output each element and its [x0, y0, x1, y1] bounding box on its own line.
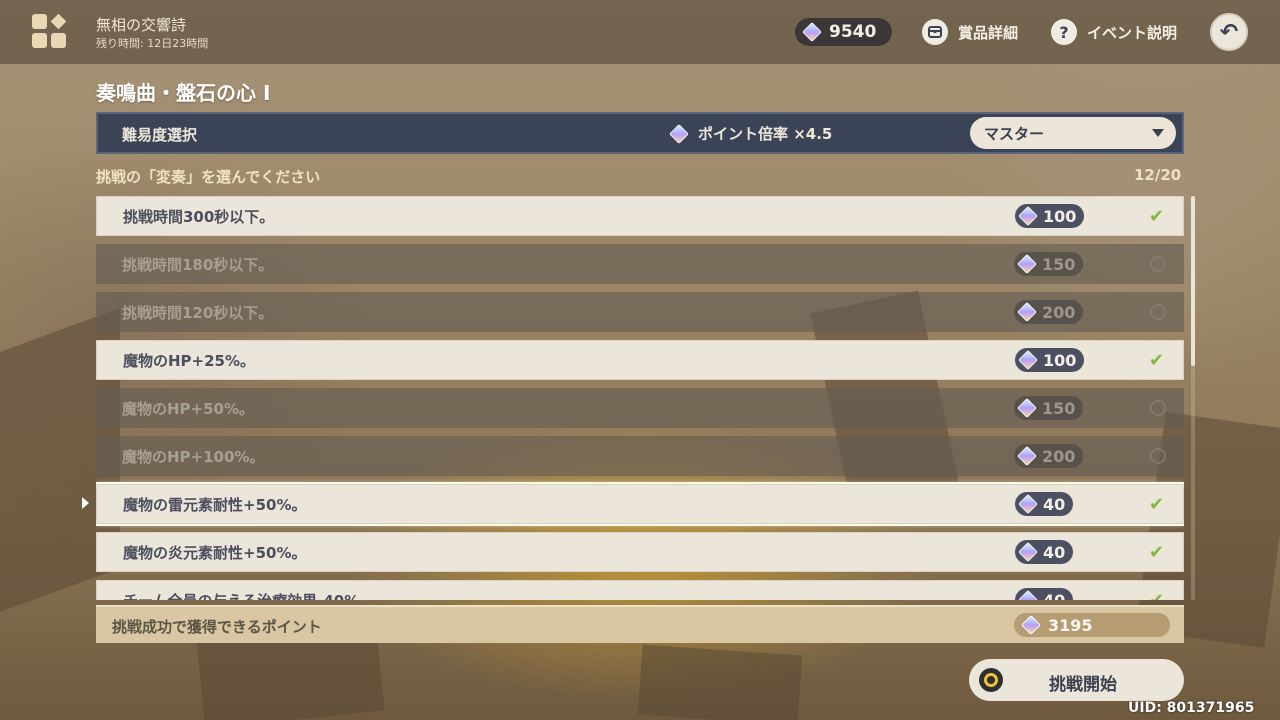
variation-text: 魔物のHP+50%。: [122, 399, 255, 418]
unselected-circle-icon: [1150, 448, 1166, 464]
event-menu-icon[interactable]: [32, 14, 68, 50]
variation-prompt: 挑戦の「変奏」を選んでください: [96, 168, 321, 186]
page-title: 奏鳴曲・盤石の心 I: [96, 81, 271, 105]
points-badge: 100: [1015, 204, 1085, 228]
variation-row[interactable]: 魔物のHP+100%。 200: [96, 436, 1184, 476]
variation-text: チーム全員の与える治療効果-40%。: [123, 590, 374, 601]
gem-icon: [669, 123, 689, 144]
variation-text: 魔物の炎元素耐性+50%。: [123, 543, 307, 562]
variation-row[interactable]: 魔物のHP+25%。 100 ✔: [96, 340, 1184, 380]
variation-row[interactable]: 挑戦時間180秒以下。 150: [96, 244, 1184, 284]
points-value: 200: [1042, 302, 1076, 322]
difficulty-label: 難易度選択: [122, 126, 198, 144]
gem-icon: [1018, 494, 1038, 514]
controller-button-icon: [979, 668, 1003, 692]
scrollbar-thumb[interactable]: [1191, 196, 1195, 366]
background-rock: [637, 644, 803, 720]
total-points-value: 3195: [1048, 615, 1093, 635]
time-remaining: 残り時間: 12日23時間: [96, 37, 209, 50]
back-arrow-icon: ↶: [1219, 19, 1239, 45]
caret-down-icon: [1152, 129, 1164, 137]
event-info-label: イベント説明: [1087, 23, 1178, 42]
points-value: 200: [1042, 446, 1076, 466]
variation-row[interactable]: チーム全員の与える治療効果-40%。 40 ✔: [96, 580, 1184, 600]
points-badge: 200: [1014, 444, 1084, 468]
gem-icon: [1018, 590, 1038, 600]
unselected-circle-icon: [1150, 256, 1166, 272]
list-scrollbar[interactable]: [1191, 196, 1195, 600]
variation-row[interactable]: 魔物の炎元素耐性+50%。 40 ✔: [96, 532, 1184, 572]
question-icon: ?: [1051, 19, 1077, 45]
checkmark-icon: ✔: [1149, 589, 1165, 601]
points-value: 40: [1043, 542, 1066, 562]
points-badge: 40: [1015, 492, 1074, 516]
variation-text: 挑戦時間180秒以下。: [122, 255, 274, 274]
variation-row[interactable]: 挑戦時間300秒以下。 100 ✔: [96, 196, 1184, 236]
difficulty-bar: 難易度選択 ポイント倍率 ×4.5 マスター: [96, 112, 1184, 154]
checkmark-icon: ✔: [1149, 493, 1165, 515]
points-value: 100: [1043, 350, 1077, 370]
variation-row-focused[interactable]: 魔物の雷元素耐性+50%。 40 ✔: [96, 482, 1184, 526]
variation-text: 魔物のHP+100%。: [122, 447, 265, 466]
difficulty-dropdown[interactable]: マスター: [970, 117, 1176, 149]
points-value: 150: [1042, 254, 1076, 274]
gem-icon: [1018, 350, 1038, 370]
checkmark-icon: ✔: [1149, 349, 1165, 371]
focus-arrow-icon: [82, 497, 89, 509]
points-badge: 40: [1015, 588, 1074, 601]
gem-icon: [1017, 254, 1037, 274]
points-badge: 200: [1014, 300, 1084, 324]
variation-count: 12/20: [1134, 166, 1182, 184]
total-points-pill: 3195: [1014, 613, 1170, 637]
points-value: 150: [1042, 398, 1076, 418]
gem-icon: [1018, 206, 1038, 226]
total-points-bar: 挑戦成功で獲得できるポイント 3195: [96, 605, 1184, 643]
variation-list: 挑戦時間300秒以下。 100 ✔ 挑戦時間180秒以下。 150 挑戦時間12…: [96, 196, 1184, 600]
points-badge: 100: [1015, 348, 1085, 372]
event-info-button[interactable]: ? イベント説明: [1051, 18, 1177, 46]
gem-icon: [1017, 302, 1037, 322]
currency-amount: 9540: [829, 22, 877, 42]
points-badge: 150: [1014, 396, 1084, 420]
gem-icon: [802, 22, 822, 42]
points-badge: 150: [1014, 252, 1084, 276]
gem-icon: [1021, 615, 1041, 635]
total-points-label: 挑戦成功で獲得できるポイント: [112, 618, 322, 636]
unselected-circle-icon: [1150, 304, 1166, 320]
gem-icon: [1017, 398, 1037, 418]
points-value: 100: [1043, 206, 1077, 226]
variation-text: 魔物のHP+25%。: [123, 351, 256, 370]
points-value: 40: [1043, 590, 1066, 601]
variation-text: 魔物の雷元素耐性+50%。: [123, 495, 307, 514]
points-badge: 40: [1015, 540, 1074, 564]
prize-details-label: 賞品詳細: [958, 23, 1019, 42]
unselected-circle-icon: [1150, 400, 1166, 416]
point-multiplier: ポイント倍率 ×4.5: [669, 123, 833, 144]
points-value: 40: [1043, 494, 1066, 514]
uid-label: UID: 801371965: [1128, 700, 1255, 716]
gem-icon: [1017, 446, 1037, 466]
variation-row[interactable]: 魔物のHP+50%。 150: [96, 388, 1184, 428]
variation-row[interactable]: 挑戦時間120秒以下。 200: [96, 292, 1184, 332]
variation-text: 挑戦時間300秒以下。: [123, 207, 275, 226]
gem-icon: [1018, 542, 1038, 562]
checkmark-icon: ✔: [1149, 205, 1165, 227]
event-title: 無相の交響詩: [96, 16, 187, 34]
checkmark-icon: ✔: [1149, 541, 1165, 563]
currency-pill: 9540: [795, 18, 892, 46]
start-challenge-button[interactable]: 挑戦開始: [969, 659, 1184, 701]
multiplier-text: ポイント倍率 ×4.5: [698, 125, 833, 143]
variation-text: 挑戦時間120秒以下。: [122, 303, 274, 322]
difficulty-selected: マスター: [984, 124, 1045, 143]
chest-icon: [922, 19, 948, 45]
prize-details-button[interactable]: 賞品詳細: [922, 18, 1018, 46]
back-button[interactable]: ↶: [1210, 13, 1248, 51]
start-challenge-label: 挑戦開始: [1049, 675, 1117, 695]
